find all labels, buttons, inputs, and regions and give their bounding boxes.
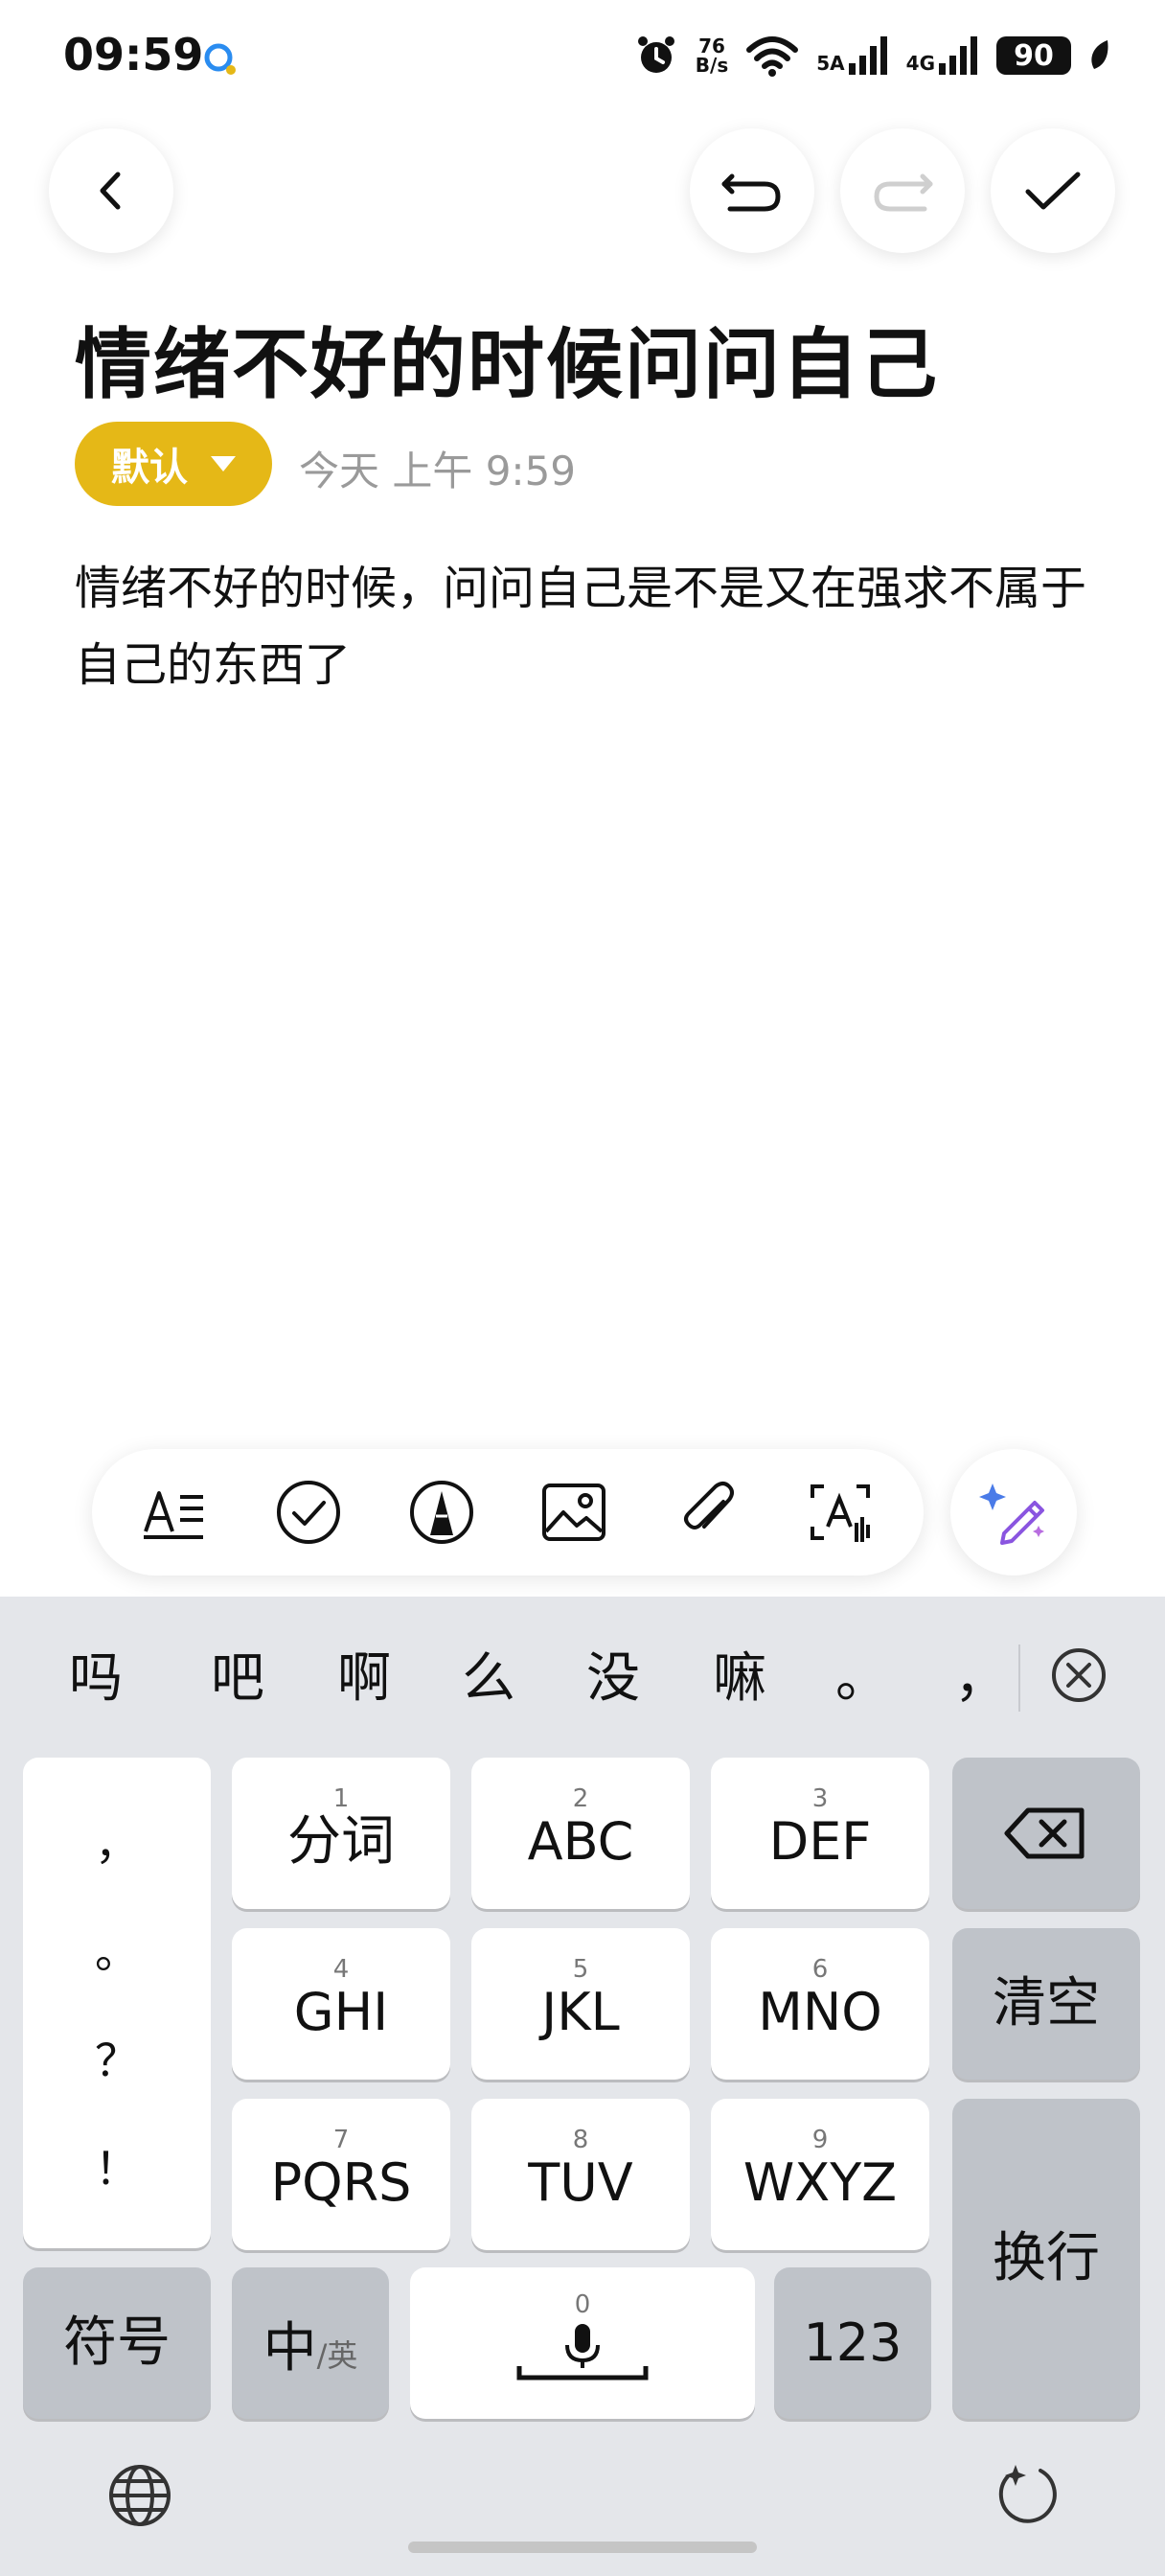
attachment-icon — [683, 1482, 734, 1530]
chevron-left-icon — [100, 172, 121, 210]
category-label: 默认 — [111, 446, 188, 490]
clear-key[interactable]: 清空 — [952, 1928, 1140, 2080]
status-time: 09:59 — [63, 29, 204, 80]
battery-indicator: 90 — [996, 36, 1071, 75]
scan-text-icon — [810, 1484, 870, 1542]
undo-icon — [721, 173, 781, 212]
candidate-item[interactable]: 吧 — [211, 1635, 264, 1713]
key-5[interactable]: 5 JKL — [471, 1928, 690, 2080]
candidate-item[interactable]: ， — [954, 1635, 1008, 1713]
enter-key[interactable]: 换行 — [952, 2099, 1140, 2419]
checklist-button[interactable] — [270, 1474, 347, 1551]
ai-magic-pen-icon — [979, 1484, 1044, 1545]
note-timestamp: 今天 上午 9:59 — [299, 448, 577, 494]
signal-bars-icon — [939, 36, 977, 75]
sync-status-icon — [204, 43, 236, 75]
undo-button[interactable] — [690, 128, 814, 253]
image-button[interactable] — [536, 1474, 612, 1551]
signal-bars-icon — [848, 36, 887, 75]
punct-key[interactable]: ， — [95, 1809, 139, 1873]
candidate-item[interactable]: 啊 — [337, 1635, 391, 1713]
key-3[interactable]: 3 DEF — [711, 1758, 929, 1909]
key-7[interactable]: 7 PQRS — [232, 2099, 450, 2250]
space-key[interactable]: 0 — [410, 2267, 755, 2419]
wifi-icon — [746, 36, 799, 77]
punctuation-column: ， 。 ？ ！ — [23, 1758, 211, 2248]
back-button[interactable] — [49, 128, 173, 253]
triangle-down-icon — [211, 456, 236, 472]
note-body[interactable]: 情绪不好的时候，问问自己是不是又在强求不属于自己的东西了 — [75, 550, 1090, 703]
done-button[interactable] — [991, 128, 1115, 253]
globe-icon[interactable] — [102, 2457, 178, 2534]
image-icon — [542, 1484, 606, 1541]
language-switch-key[interactable]: 中/英 — [232, 2267, 389, 2419]
alarm-icon — [637, 36, 674, 73]
key-2[interactable]: 2 ABC — [471, 1758, 690, 1909]
symbols-key[interactable]: 符号 — [23, 2267, 211, 2419]
check-icon — [1025, 172, 1081, 210]
handwriting-button[interactable] — [403, 1474, 480, 1551]
key-1[interactable]: 1 分词 — [232, 1758, 450, 1909]
scan-text-button[interactable] — [802, 1474, 879, 1551]
key-8[interactable]: 8 TUV — [471, 2099, 690, 2250]
cell-signal-2: 4G — [906, 36, 979, 75]
note-title[interactable]: 情绪不好的时候问问自己 — [75, 303, 939, 414]
candidate-item[interactable]: 吗 — [69, 1635, 123, 1713]
ai-assistant-button[interactable] — [950, 1449, 1077, 1576]
key-4[interactable]: 4 GHI — [232, 1928, 450, 2080]
category-dropdown[interactable]: 默认 — [75, 422, 272, 506]
attachment-button[interactable] — [669, 1474, 745, 1551]
punct-key[interactable]: ？ — [95, 2026, 139, 2089]
close-candidates-icon[interactable] — [1050, 1646, 1108, 1704]
candidate-item[interactable]: 。 — [835, 1635, 889, 1713]
network-speed: 76 B/s — [695, 34, 729, 77]
status-icons: 76 B/s 5A 4G 90 — [634, 33, 1111, 79]
candidate-bar: 吗 吧 啊 么 没 嘛 。 ， — [0, 1606, 1165, 1750]
ai-keyboard-icon[interactable] — [987, 2457, 1063, 2534]
text-format-icon — [144, 1491, 204, 1539]
redo-button[interactable] — [840, 128, 965, 253]
home-indicator[interactable] — [408, 2542, 757, 2553]
backspace-icon — [1004, 1807, 1085, 1859]
cell-signal-1: 5A — [816, 36, 888, 75]
candidate-item[interactable]: 么 — [462, 1635, 515, 1713]
key-9[interactable]: 9 WXYZ — [711, 2099, 929, 2250]
text-format-button[interactable] — [137, 1474, 214, 1551]
candidate-divider — [1018, 1644, 1020, 1712]
backspace-key[interactable] — [952, 1758, 1140, 1909]
numeric-key[interactable]: 123 — [774, 2267, 931, 2419]
pen-icon — [409, 1481, 473, 1544]
punct-key[interactable]: ！ — [95, 2134, 139, 2197]
candidate-item[interactable]: 没 — [586, 1635, 640, 1713]
punct-key[interactable]: 。 — [95, 1918, 139, 1981]
key-6[interactable]: 6 MNO — [711, 1928, 929, 2080]
microphone-icon — [516, 2324, 649, 2380]
editor-toolbar — [92, 1449, 924, 1576]
leaf-icon — [1091, 40, 1108, 69]
checklist-icon — [276, 1481, 340, 1544]
redo-icon — [874, 173, 933, 212]
candidate-item[interactable]: 嘛 — [713, 1635, 766, 1713]
